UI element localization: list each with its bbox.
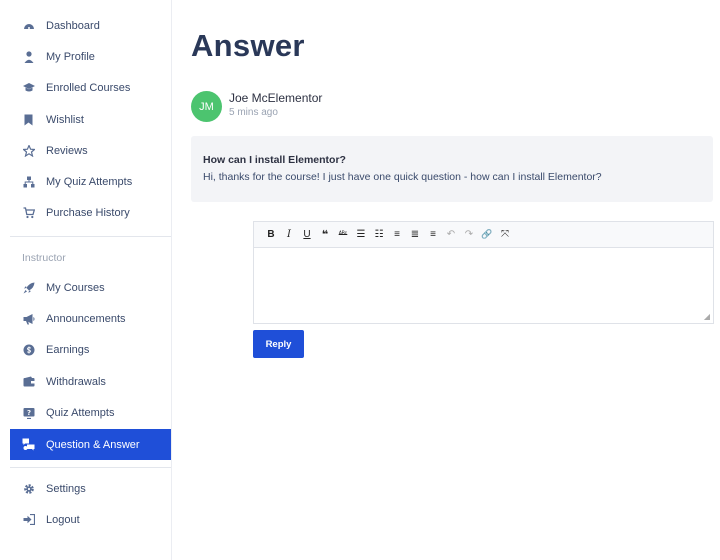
sidebar-item-label: Dashboard [46,19,100,32]
avatar: JM [191,91,222,122]
align-right-icon[interactable]: ≡ [424,226,442,244]
sidebar: Dashboard My Profile Enrolled Courses Wi… [0,0,172,560]
user-icon [22,50,35,63]
sidebar-item-dashboard[interactable]: Dashboard [10,10,171,41]
align-center-icon[interactable]: ≣ [406,226,424,244]
star-icon [22,144,35,157]
question-title: How can I install Elementor? [203,154,346,166]
gear-icon [22,482,35,495]
resize-handle-icon[interactable]: ◢ [704,312,710,321]
qa-icon [22,438,35,451]
strikethrough-icon[interactable]: ᴬᴮᶜ [334,226,352,244]
sidebar-item-purchase-history[interactable]: Purchase History [10,197,171,228]
sitemap-icon [22,175,35,188]
sidebar-item-earnings[interactable]: Earnings [10,334,171,365]
sidebar-item-my-courses[interactable]: My Courses [10,272,171,303]
undo-icon[interactable]: ↶ [442,226,460,244]
sidebar-item-label: Purchase History [46,206,130,219]
sidebar-item-label: Reviews [46,144,88,157]
page-title: Answer [191,28,305,63]
wallet-icon [22,375,35,388]
question-box: How can I install Elementor? Hi, thanks … [191,136,713,202]
dashboard-icon [22,19,35,32]
sidebar-item-label: Question & Answer [46,438,140,451]
quiz-icon: ? [22,406,35,419]
bookmark-icon [22,113,35,126]
fullscreen-icon[interactable]: ⤧ [496,226,514,244]
reply-editor: B I U ❝ ᴬᴮᶜ ☰ ☷ ≡ ≣ ≡ ↶ ↷ 🔗 ⤧ ◢ [253,221,714,324]
sidebar-item-label: Settings [46,482,86,495]
reply-button[interactable]: Reply [253,330,304,358]
megaphone-icon [22,312,35,325]
align-left-icon[interactable]: ≡ [388,226,406,244]
sidebar-item-label: Quiz Attempts [46,406,115,419]
sidebar-item-label: Withdrawals [46,375,106,388]
underline-icon[interactable]: U [298,226,316,244]
sidebar-section-label: Instructor [22,252,66,264]
sidebar-divider [10,467,171,468]
link-icon[interactable]: 🔗 [478,226,496,244]
rocket-icon [22,281,35,294]
sidebar-item-question-answer[interactable]: Question & Answer [10,429,171,460]
sidebar-item-logout[interactable]: Logout [10,504,171,535]
sidebar-item-settings[interactable]: Settings [10,473,171,504]
sidebar-item-reviews[interactable]: Reviews [10,135,171,166]
coin-icon [22,343,35,356]
numbered-list-icon[interactable]: ☷ [370,226,388,244]
svg-text:?: ? [26,409,30,417]
logout-icon [22,513,35,526]
editor-textarea[interactable] [254,248,713,323]
sidebar-item-withdrawals[interactable]: Withdrawals [10,366,171,397]
sidebar-item-quiz-attempts[interactable]: ? Quiz Attempts [10,397,171,428]
cart-icon [22,206,35,219]
redo-icon[interactable]: ↷ [460,226,478,244]
sidebar-item-wishlist[interactable]: Wishlist [10,104,171,135]
bold-icon[interactable]: B [262,226,280,244]
sidebar-item-label: Earnings [46,343,90,356]
sidebar-item-label: Enrolled Courses [46,81,131,94]
bullet-list-icon[interactable]: ☰ [352,226,370,244]
sidebar-item-enrolled-courses[interactable]: Enrolled Courses [10,72,171,103]
sidebar-item-my-profile[interactable]: My Profile [10,41,171,72]
blockquote-icon[interactable]: ❝ [316,226,334,244]
sidebar-item-label: My Profile [46,50,95,63]
editor-toolbar: B I U ❝ ᴬᴮᶜ ☰ ☷ ≡ ≣ ≡ ↶ ↷ 🔗 ⤧ [254,222,713,248]
sidebar-item-my-quiz-attempts[interactable]: My Quiz Attempts [10,166,171,197]
sidebar-item-label: My Courses [46,281,105,294]
post-time: 5 mins ago [229,107,278,118]
avatar-initials: JM [199,100,214,113]
question-body: Hi, thanks for the course! I just have o… [203,171,602,183]
graduation-cap-icon [22,81,35,94]
sidebar-item-announcements[interactable]: Announcements [10,303,171,334]
author-name: Joe McElementor [229,91,323,105]
sidebar-item-label: Logout [46,513,80,526]
sidebar-divider [10,236,171,237]
italic-icon[interactable]: I [280,226,298,244]
sidebar-item-label: My Quiz Attempts [46,175,133,188]
sidebar-item-label: Wishlist [46,113,84,126]
sidebar-item-label: Announcements [46,312,126,325]
